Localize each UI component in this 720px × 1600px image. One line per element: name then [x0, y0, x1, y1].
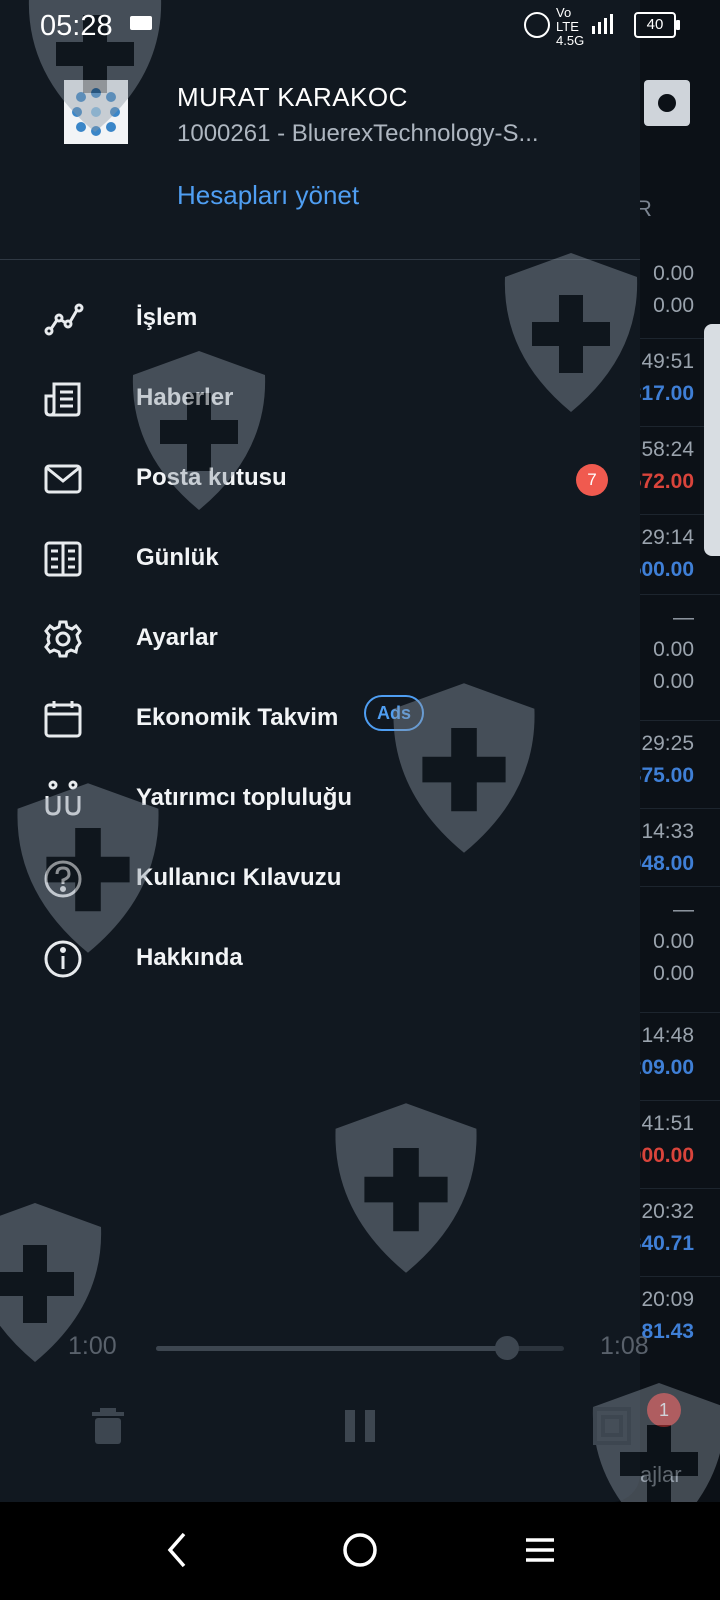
menu-item-journal[interactable]: Günlük — [0, 518, 640, 598]
news-icon — [44, 382, 81, 417]
row-divider — [640, 1012, 720, 1013]
video-icon — [130, 16, 152, 30]
row-divider — [640, 1276, 720, 1277]
media-seek-knob[interactable] — [494, 1336, 519, 1360]
menu-item-about[interactable]: Hakkında — [0, 918, 640, 998]
community-icon — [45, 780, 81, 816]
menu-item-mailbox[interactable]: Posta kutusu — [0, 438, 640, 518]
mail-icon — [44, 464, 82, 494]
pause-icon[interactable] — [340, 1406, 380, 1446]
account-name: MURAT KARAKOC — [177, 82, 408, 112]
picture-in-picture-icon[interactable] — [592, 1406, 632, 1446]
journal-icon — [44, 541, 82, 577]
signal-icon — [592, 14, 613, 34]
ads-badge: Ads — [364, 695, 424, 731]
home-icon[interactable] — [338, 1528, 382, 1572]
alarm-icon — [524, 12, 550, 38]
tab-badge: 1 — [647, 1393, 681, 1427]
row-divider — [640, 808, 720, 809]
media-progress-fill — [156, 1346, 507, 1351]
menu-item-trade[interactable]: İşlem — [0, 278, 640, 358]
row-divider — [640, 1100, 720, 1101]
menu-item-label: Haberler — [136, 384, 234, 411]
menu-item-news[interactable]: Haberler — [0, 358, 640, 438]
scroll-handle[interactable] — [704, 324, 720, 556]
tab-label-messages[interactable]: ajlar — [640, 1462, 682, 1488]
manage-accounts-link[interactable]: Hesapları yönet — [177, 180, 359, 211]
media-total-time: 1:08 — [600, 1332, 649, 1360]
navigation-drawer: MURAT KARAKOC 1000261 - BluerexTechnolog… — [0, 0, 640, 1502]
drawer-menu: İşlem Haberler Posta kutusu Günlük Ayarl… — [0, 278, 640, 998]
network-label: Vo LTE 4.5G — [556, 5, 585, 48]
divider — [0, 259, 640, 260]
calendar-icon — [44, 701, 82, 738]
menu-item-label: Günlük — [136, 544, 219, 571]
media-seekbar[interactable] — [156, 1336, 564, 1360]
menu-item-user-guide[interactable]: Kullanıcı Kılavuzu — [0, 838, 640, 918]
profile-card-icon[interactable] — [644, 80, 690, 126]
menu-item-label: Ayarlar — [136, 624, 218, 651]
menu-item-label: İşlem — [136, 304, 198, 331]
account-header: MURAT KARAKOC 1000261 - BluerexTechnolog… — [0, 48, 640, 260]
recents-icon[interactable] — [518, 1528, 562, 1572]
mailbox-unread-badge: 7 — [576, 464, 608, 496]
menu-item-label: Ekonomik Takvim — [136, 704, 339, 731]
menu-item-settings[interactable]: Ayarlar — [0, 598, 640, 678]
chart-line-icon — [44, 303, 84, 336]
menu-item-community[interactable]: Yatırımcı topluluğu — [0, 758, 640, 838]
menu-item-label: Yatırımcı topluluğu — [136, 784, 353, 811]
account-subtitle: 1000261 - BluerexTechnology-S... — [177, 120, 539, 147]
battery-indicator: 40 — [634, 12, 680, 38]
row-divider — [640, 1188, 720, 1189]
system-navigation-bar — [0, 1502, 720, 1600]
trash-icon[interactable] — [88, 1406, 128, 1446]
row-divider — [640, 594, 720, 595]
menu-item-label: Posta kutusu — [136, 464, 287, 491]
media-current-time: 1:00 — [68, 1332, 117, 1360]
menu-item-label: Hakkında — [136, 944, 243, 971]
menu-item-label: Kullanıcı Kılavuzu — [136, 864, 342, 891]
menu-item-economic-calendar[interactable]: Ekonomik Takvim Ads — [0, 678, 640, 758]
avatar[interactable] — [64, 80, 128, 144]
row-divider — [640, 720, 720, 721]
status-time: 05:28 — [40, 10, 113, 42]
back-icon[interactable] — [156, 1528, 200, 1572]
gear-icon — [44, 620, 82, 658]
row-divider — [640, 886, 720, 887]
status-bar: 05:28 Vo LTE 4.5G 40 — [0, 0, 720, 48]
info-icon — [44, 940, 82, 978]
help-icon — [44, 860, 82, 898]
